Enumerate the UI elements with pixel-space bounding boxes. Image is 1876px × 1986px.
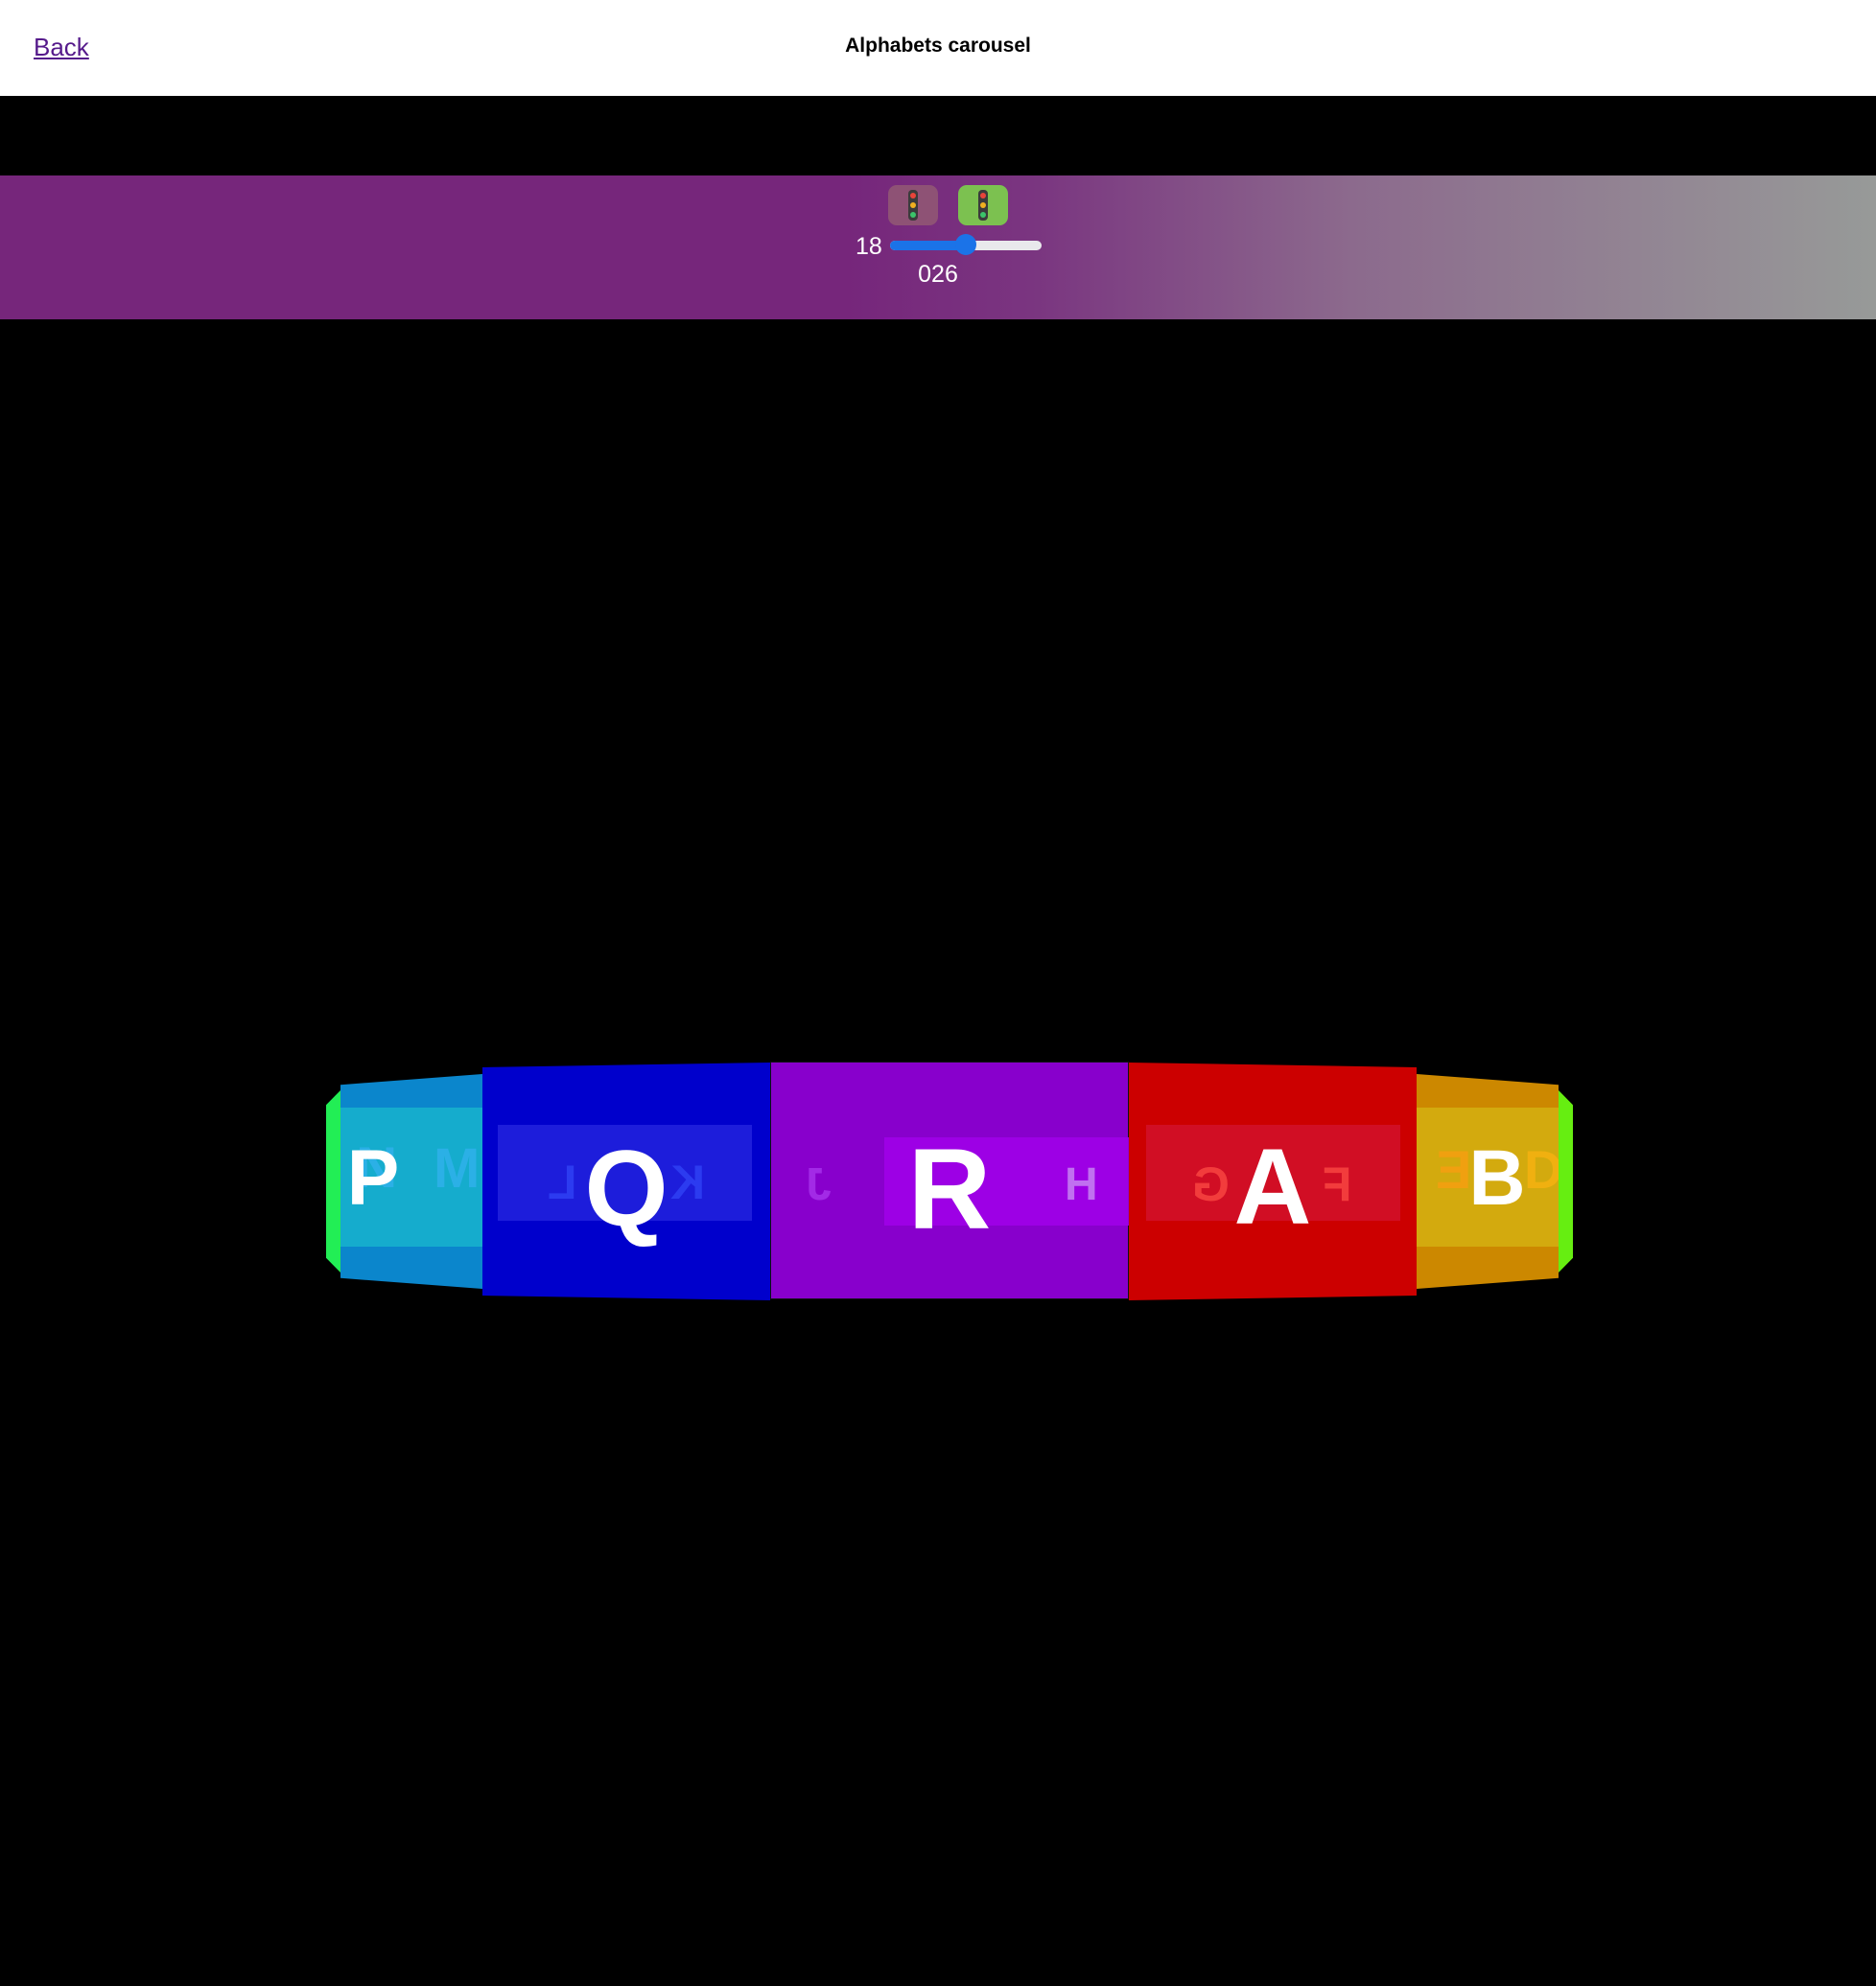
ghost-letter: D	[1524, 1139, 1563, 1200]
ghost-letter: M	[434, 1137, 481, 1200]
carousel-face-a: G A F	[1129, 1063, 1417, 1300]
carousel-face-q: L Q K	[482, 1063, 770, 1300]
face-letter: Q	[584, 1129, 668, 1249]
carousel-edge-right	[1559, 1090, 1573, 1273]
carousel-face-b: E B D	[1417, 1074, 1559, 1289]
face-letter: P	[346, 1134, 400, 1222]
ghost-letter: F	[1323, 1157, 1352, 1211]
alphabet-carousel: N P M L Q K J R H G A F E B D	[0, 0, 1876, 1986]
carousel-face-p: N P M	[340, 1074, 482, 1289]
carousel-face-r: J R H	[770, 1062, 1129, 1299]
ghost-letter: K	[670, 1156, 706, 1209]
face-letter: A	[1233, 1127, 1312, 1247]
ghost-letter: H	[1065, 1159, 1098, 1210]
carousel-edge-left	[326, 1090, 340, 1273]
